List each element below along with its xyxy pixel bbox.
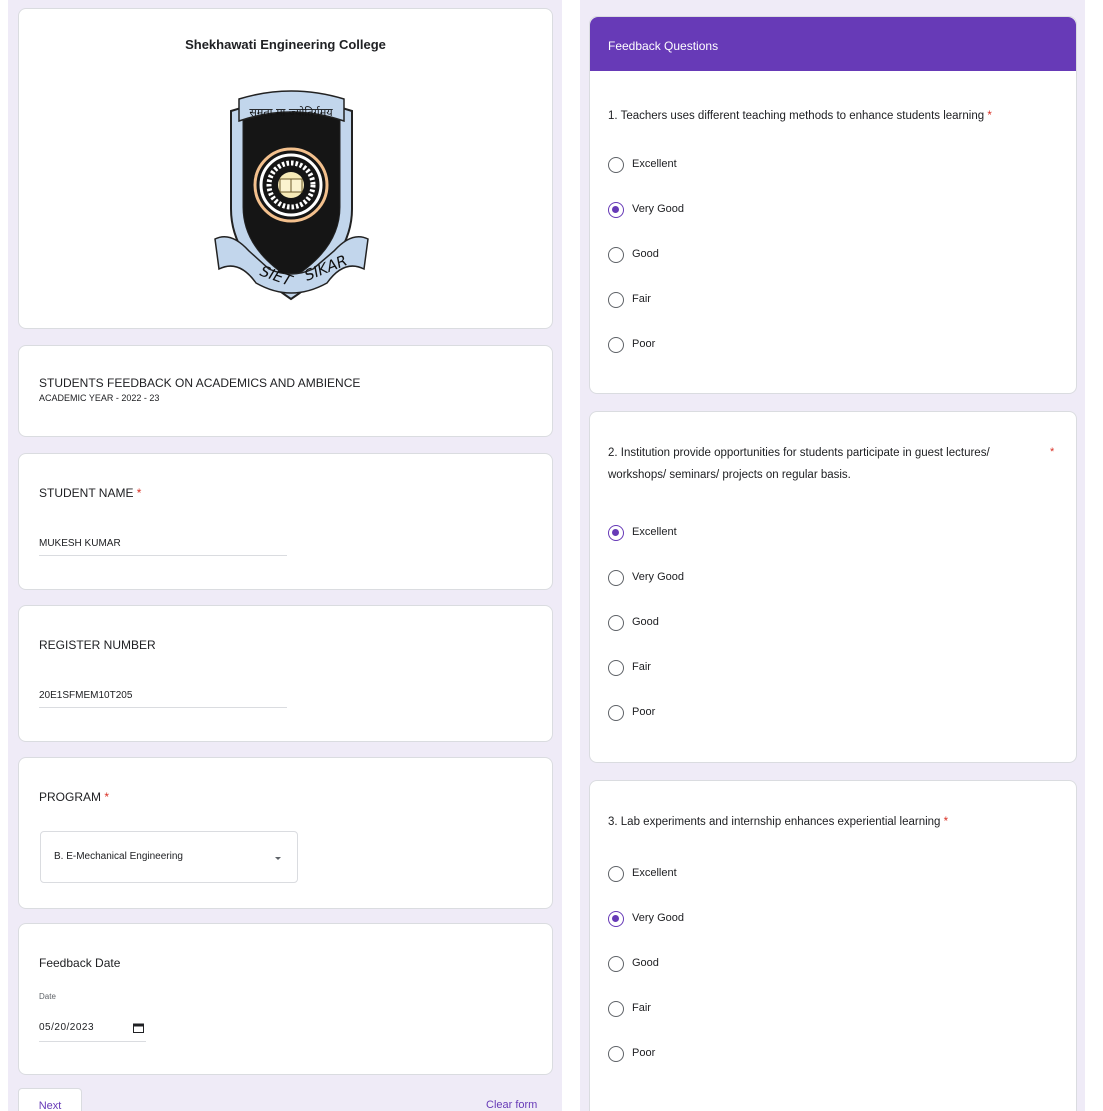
logo-motto: समता मा ज्योतिर्गमय bbox=[249, 106, 333, 119]
required-asterisk: * bbox=[136, 486, 142, 500]
section-title: Feedback Questions bbox=[608, 39, 719, 53]
radio-icon bbox=[608, 570, 624, 586]
feedback-questions-card: Feedback Questions 1. Teachers uses diff… bbox=[589, 16, 1077, 394]
date-sublabel: Date bbox=[39, 992, 56, 1001]
form-title: STUDENTS FEEDBACK ON ACADEMICS AND AMBIE… bbox=[39, 376, 361, 390]
student-name-input[interactable]: MUKESH KUMAR bbox=[39, 538, 287, 556]
form-subtitle: ACADEMIC YEAR - 2022 - 23 bbox=[39, 393, 160, 403]
radio-icon bbox=[608, 1046, 624, 1062]
register-number-label: REGISTER NUMBER bbox=[39, 638, 156, 652]
college-logo: समता मा ज्योतिर्गमय SIET SIKAR bbox=[214, 90, 369, 301]
register-number-input[interactable]: 20E1SFMEM10T205 bbox=[39, 690, 287, 708]
radio-icon bbox=[608, 157, 624, 173]
college-name: Shekhawati Engineering College bbox=[185, 37, 386, 52]
required-asterisk: * bbox=[943, 816, 949, 828]
program-label: PROGRAM * bbox=[39, 790, 110, 804]
required-asterisk: * bbox=[987, 110, 992, 122]
radio-icon bbox=[608, 1001, 624, 1017]
next-button[interactable]: Next bbox=[18, 1088, 82, 1111]
required-asterisk: * bbox=[104, 790, 110, 804]
date-input[interactable]: 05/20/2023 bbox=[39, 1018, 146, 1042]
radio-checked-icon bbox=[608, 202, 624, 218]
question-3-card: 3. Lab experiments and internship enhanc… bbox=[589, 780, 1077, 1111]
student-name-label: STUDENT NAME * bbox=[39, 486, 142, 500]
radio-icon bbox=[608, 292, 624, 308]
question-2-card: 2. Institution provide opportunities for… bbox=[589, 411, 1077, 763]
radio-icon bbox=[608, 247, 624, 263]
feedback-date-card: Feedback Date Date 05/20/2023 bbox=[18, 923, 553, 1075]
question-3-text: 3. Lab experiments and internship enhanc… bbox=[608, 816, 949, 828]
program-card: PROGRAM * B. E-Mechanical Engineering bbox=[18, 757, 553, 909]
calendar-icon[interactable] bbox=[133, 1023, 144, 1033]
required-asterisk: * bbox=[1050, 446, 1055, 458]
question-2-text: 2. Institution provide opportunities for… bbox=[608, 447, 990, 481]
form-title-card: STUDENTS FEEDBACK ON ACADEMICS AND AMBIE… bbox=[18, 345, 553, 437]
question-1-text: 1. Teachers uses different teaching meth… bbox=[608, 110, 992, 122]
radio-icon bbox=[608, 956, 624, 972]
radio-icon bbox=[608, 615, 624, 631]
section-header: Feedback Questions bbox=[590, 17, 1076, 71]
radio-icon bbox=[608, 337, 624, 353]
radio-icon bbox=[608, 705, 624, 721]
date-value: 05/20/2023 bbox=[39, 1022, 95, 1033]
radio-icon bbox=[608, 866, 624, 882]
radio-icon bbox=[608, 660, 624, 676]
register-number-card: REGISTER NUMBER 20E1SFMEM10T205 bbox=[18, 605, 553, 742]
program-selected-value: B. E-Mechanical Engineering bbox=[54, 851, 183, 862]
program-select[interactable]: B. E-Mechanical Engineering bbox=[40, 831, 298, 883]
student-name-card: STUDENT NAME * MUKESH KUMAR bbox=[18, 453, 553, 590]
chevron-down-icon bbox=[275, 857, 281, 860]
radio-checked-icon bbox=[608, 525, 624, 541]
clear-form-link[interactable]: Clear form bbox=[486, 1099, 537, 1111]
feedback-date-label: Feedback Date bbox=[39, 956, 121, 970]
radio-checked-icon bbox=[608, 911, 624, 927]
header-card: Shekhawati Engineering College समता मा ज… bbox=[18, 8, 553, 329]
